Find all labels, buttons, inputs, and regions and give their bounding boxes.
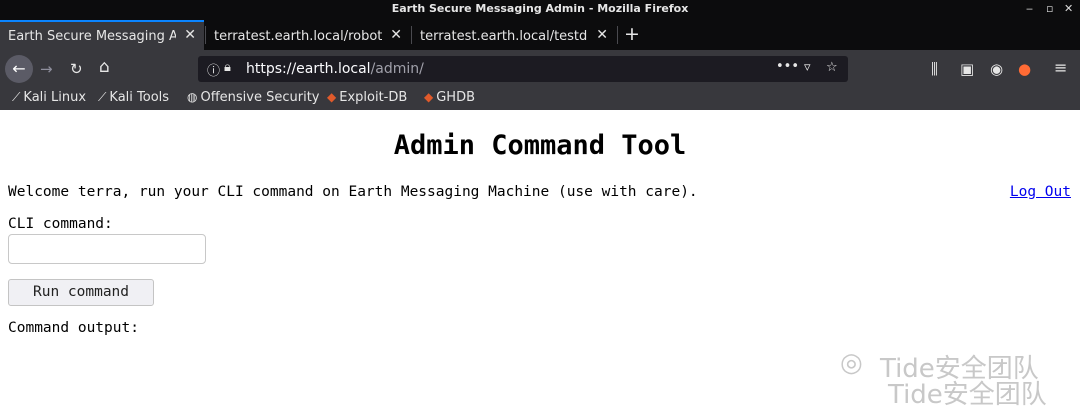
tab-label: terratest.earth.local/robots. <box>214 29 382 44</box>
tab-separator <box>617 26 618 44</box>
bookmark-label: Exploit-DB <box>339 90 408 105</box>
flame-icon: ◆ <box>327 90 337 104</box>
navigation-toolbar: ← → ↻ ⌂ ⓘ 🔒︎ https://earth.local/admin/ … <box>0 50 1080 88</box>
bookmark-label: Kali Tools <box>109 90 170 105</box>
close-tab-icon[interactable]: ✕ <box>184 27 196 43</box>
window-titlebar: Earth Secure Messaging Admin - Mozilla F… <box>0 0 1080 20</box>
close-tab-icon[interactable]: ✕ <box>390 27 402 43</box>
run-command-button[interactable]: Run command <box>8 279 154 306</box>
bookmark-label: GHDB <box>436 90 476 105</box>
watermark-line-2: Tide安全团队 <box>888 380 1047 410</box>
tab-label: terratest.earth.local/testdata <box>420 29 588 44</box>
bookmark-star-icon[interactable]: ☆ <box>826 60 838 75</box>
url-text[interactable]: https://earth.local/admin/ <box>246 61 424 77</box>
minimize-button[interactable]: ‒ <box>1026 2 1033 15</box>
pocket-icon[interactable]: ▿ <box>804 60 811 75</box>
home-button[interactable]: ⌂ <box>99 57 110 77</box>
new-tab-button[interactable]: + <box>624 23 640 45</box>
window-title: Earth Secure Messaging Admin - Mozilla F… <box>391 2 689 15</box>
url-path: /admin/ <box>370 61 424 77</box>
bookmark-kali-linux[interactable]: ⟋ Kali Linux <box>12 90 86 105</box>
page-title: Admin Command Tool <box>393 130 687 161</box>
back-button[interactable]: ← <box>5 55 33 83</box>
bookmark-label: Offensive Security <box>200 90 320 105</box>
cli-command-input[interactable] <box>8 234 206 264</box>
close-tab-icon[interactable]: ✕ <box>596 27 608 43</box>
tab-earth-admin[interactable]: Earth Secure Messaging Adm ✕ <box>0 20 204 50</box>
bookmark-offensive-security[interactable]: ◍ Offensive Security <box>187 90 320 105</box>
info-icon[interactable]: ⓘ <box>207 60 220 79</box>
sidebar-icon[interactable]: ▣ <box>960 60 974 78</box>
tab-testdata[interactable]: terratest.earth.local/testdata ✕ <box>412 22 616 50</box>
tab-label: Earth Secure Messaging Adm <box>8 29 176 44</box>
account-icon[interactable]: ◉ <box>990 60 1003 78</box>
wechat-icon: ◎ <box>840 348 863 378</box>
lock-warning-icon[interactable]: 🔒︎ <box>224 60 231 75</box>
bookmark-exploit-db[interactable]: ◆ Exploit-DB <box>327 90 407 105</box>
url-host: https://earth.local <box>246 61 371 77</box>
command-output-label: Command output: <box>8 320 139 336</box>
globe-icon: ◍ <box>187 90 198 104</box>
page-content: Admin Command Tool Welcome terra, run yo… <box>0 110 1080 413</box>
welcome-text: Welcome terra, run your CLI command on E… <box>8 184 698 200</box>
url-bar[interactable]: ⓘ 🔒︎ https://earth.local/admin/ ••• ▿ ☆ <box>198 56 848 82</box>
flame-icon: ◆ <box>424 90 434 104</box>
tab-bar: Earth Secure Messaging Adm ✕ terratest.e… <box>0 20 1080 50</box>
bookmark-kali-tools[interactable]: ⟋ Kali Tools <box>98 90 169 105</box>
menu-hamburger-icon[interactable]: ≡ <box>1054 58 1067 77</box>
close-window-button[interactable]: ✕ <box>1064 2 1073 15</box>
tab-robots[interactable]: terratest.earth.local/robots. ✕ <box>206 22 410 50</box>
page-actions-icon[interactable]: ••• <box>776 59 799 74</box>
reload-button[interactable]: ↻ <box>70 60 83 78</box>
firefox-extension-icon[interactable]: ● <box>1018 60 1031 78</box>
maximize-button[interactable]: ▫ <box>1046 2 1053 15</box>
library-icon[interactable]: ⫼ <box>931 60 938 78</box>
bookmarks-toolbar: ⟋ Kali Linux ⟋ Kali Tools ◍ Offensive Secur… <box>0 88 1080 110</box>
kali-dragon-icon: ⟋ <box>98 90 107 104</box>
bookmark-label: Kali Linux <box>23 90 87 105</box>
cli-command-label: CLI command: <box>8 216 113 232</box>
forward-button[interactable]: → <box>40 60 53 78</box>
logout-link[interactable]: Log Out <box>1010 184 1071 200</box>
kali-dragon-icon: ⟋ <box>12 90 21 104</box>
bookmark-ghdb[interactable]: ◆ GHDB <box>424 90 475 105</box>
